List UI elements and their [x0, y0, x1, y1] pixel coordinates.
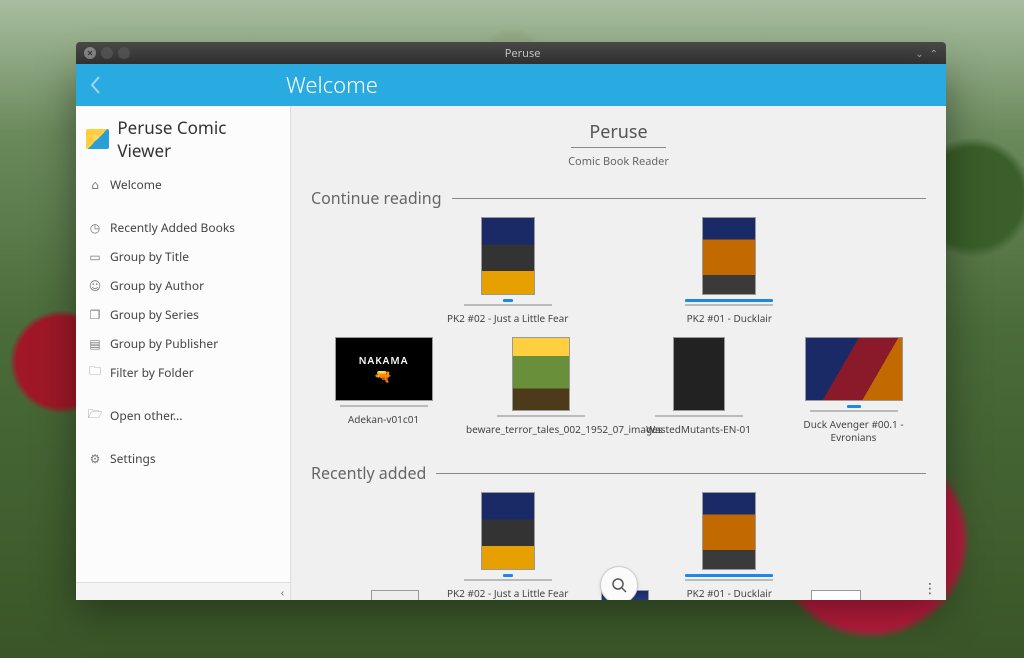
progress-bar	[847, 405, 861, 408]
shade-window-icon[interactable]: ⌄	[915, 46, 923, 60]
progress-bar	[685, 299, 773, 302]
sidebar-item-settings[interactable]: ⚙ Settings	[76, 444, 290, 473]
kebab-icon: ⋮	[923, 579, 937, 598]
book-thumbnail	[512, 337, 570, 411]
sidebar-collapse-button[interactable]: ‹	[76, 582, 290, 600]
thumbnail-text: NAKAMA	[359, 353, 409, 367]
maximize-window-icon[interactable]	[118, 47, 130, 59]
sidebar-item-open-other[interactable]: 🗁 Open other...	[76, 401, 290, 430]
stack-icon: ❐	[88, 308, 102, 322]
book-card[interactable]: NAKAMA 🔫 Adekan-v01c01	[311, 337, 456, 444]
sidebar-item-label: Group by Author	[110, 277, 204, 294]
sidebar-item-welcome[interactable]: ⌂ Welcome	[76, 170, 290, 199]
progress-bar	[503, 574, 513, 577]
back-button[interactable]	[76, 73, 116, 97]
book-thumbnail: NAKAMA 🔫	[335, 337, 433, 401]
book-title: PK2 #01 - Ducklair	[687, 587, 772, 600]
sidebar-item-author[interactable]: ☺ Group by Author	[76, 271, 290, 300]
sidebar-item-label: Group by Title	[110, 248, 189, 265]
home-icon: ⌂	[88, 178, 102, 192]
progress-bar	[503, 299, 513, 302]
tag-icon: ▭	[88, 250, 102, 264]
sidebar-item-label: Open other...	[110, 407, 183, 424]
book-thumbnail-peek[interactable]	[811, 590, 861, 600]
sidebar-item-label: Recently Added Books	[110, 219, 235, 236]
sidebar-item-label: Group by Publisher	[110, 335, 218, 352]
book-title: Adekan-v01c01	[348, 413, 419, 426]
book-card[interactable]: PK2 #02 - Just a Little Fear	[433, 217, 583, 325]
book-thumbnail	[673, 337, 725, 411]
app-brand: Peruse Comic Viewer	[76, 106, 290, 170]
book-title: PK2 #02 - Just a Little Fear	[447, 587, 568, 600]
book-thumbnail	[481, 217, 535, 295]
book-thumbnail	[481, 492, 535, 570]
book-title: WastedMutants-EN-01	[646, 423, 751, 436]
app-window: Welcome Peruse Comic Viewer ⌂ Welcome ◷ …	[76, 64, 946, 600]
search-icon	[611, 577, 627, 593]
folder-open-icon: 🗁	[88, 409, 102, 423]
sidebar-item-label: Welcome	[110, 176, 162, 193]
book-title: beware_terror_tales_002_1952_07_images	[466, 423, 616, 436]
close-window-icon[interactable]: ✕	[84, 47, 96, 59]
clock-icon: ◷	[88, 221, 102, 235]
book-card[interactable]: beware_terror_tales_002_1952_07_images	[466, 337, 616, 444]
sidebar-item-label: Settings	[110, 450, 156, 467]
page-title: Welcome	[286, 70, 378, 100]
book-title: PK2 #01 - Ducklair	[687, 312, 772, 325]
book-thumbnail	[702, 492, 756, 570]
book-thumbnail-peek[interactable]	[371, 590, 419, 600]
folder-icon: 🗀	[88, 366, 102, 380]
overflow-menu-button[interactable]: ⋮	[920, 578, 940, 598]
app-subtitle: Comic Book Reader	[311, 154, 926, 169]
sidebar-item-label: Filter by Folder	[110, 364, 194, 381]
settings-icon: ⚙	[88, 452, 102, 466]
building-icon: ▤	[88, 337, 102, 351]
book-card[interactable]: PK2 #02 - Just a Little Fear	[433, 492, 583, 600]
sidebar: Peruse Comic Viewer ⌂ Welcome ◷ Recently…	[76, 106, 291, 600]
app-logo-icon	[86, 129, 109, 149]
section-recently-added: Recently added	[311, 462, 926, 484]
sidebar-item-folder[interactable]: 🗀 Filter by Folder	[76, 358, 290, 387]
chevron-left-icon: ‹	[281, 585, 284, 599]
book-title: PK2 #02 - Just a Little Fear	[447, 312, 568, 325]
app-header: Welcome	[76, 64, 946, 106]
book-title: Duck Avenger #00.1 - Evronians	[781, 418, 926, 444]
progress-bar	[685, 574, 773, 577]
book-card[interactable]: WastedMutants-EN-01	[626, 337, 771, 444]
section-label: Recently added	[311, 462, 426, 484]
sidebar-item-publisher[interactable]: ▤ Group by Publisher	[76, 329, 290, 358]
sidebar-item-series[interactable]: ❐ Group by Series	[76, 300, 290, 329]
book-thumbnail	[702, 217, 756, 295]
sidebar-item-label: Group by Series	[110, 306, 199, 323]
window-title: Peruse	[130, 46, 915, 61]
book-card[interactable]: Duck Avenger #00.1 - Evronians	[781, 337, 926, 444]
search-button[interactable]	[600, 566, 638, 600]
person-icon: ☺	[88, 279, 102, 293]
chevron-left-icon	[87, 73, 105, 97]
sidebar-item-title[interactable]: ▭ Group by Title	[76, 242, 290, 271]
sidebar-item-recent[interactable]: ◷ Recently Added Books	[76, 213, 290, 242]
book-card[interactable]: PK2 #01 - Ducklair	[654, 492, 804, 600]
book-thumbnail	[805, 337, 903, 401]
app-brand-label: Peruse Comic Viewer	[117, 116, 280, 162]
book-card[interactable]: PK2 #01 - Ducklair	[654, 217, 804, 325]
keep-above-icon[interactable]: ⌃	[930, 46, 938, 60]
section-label: Continue reading	[311, 187, 442, 209]
main-content: Peruse Comic Book Reader Continue readin…	[291, 106, 946, 600]
section-continue-reading: Continue reading	[311, 187, 926, 209]
window-titlebar: ✕ Peruse ⌄ ⌃	[76, 42, 946, 64]
app-name-heading: Peruse	[571, 120, 665, 148]
minimize-window-icon[interactable]	[101, 47, 113, 59]
